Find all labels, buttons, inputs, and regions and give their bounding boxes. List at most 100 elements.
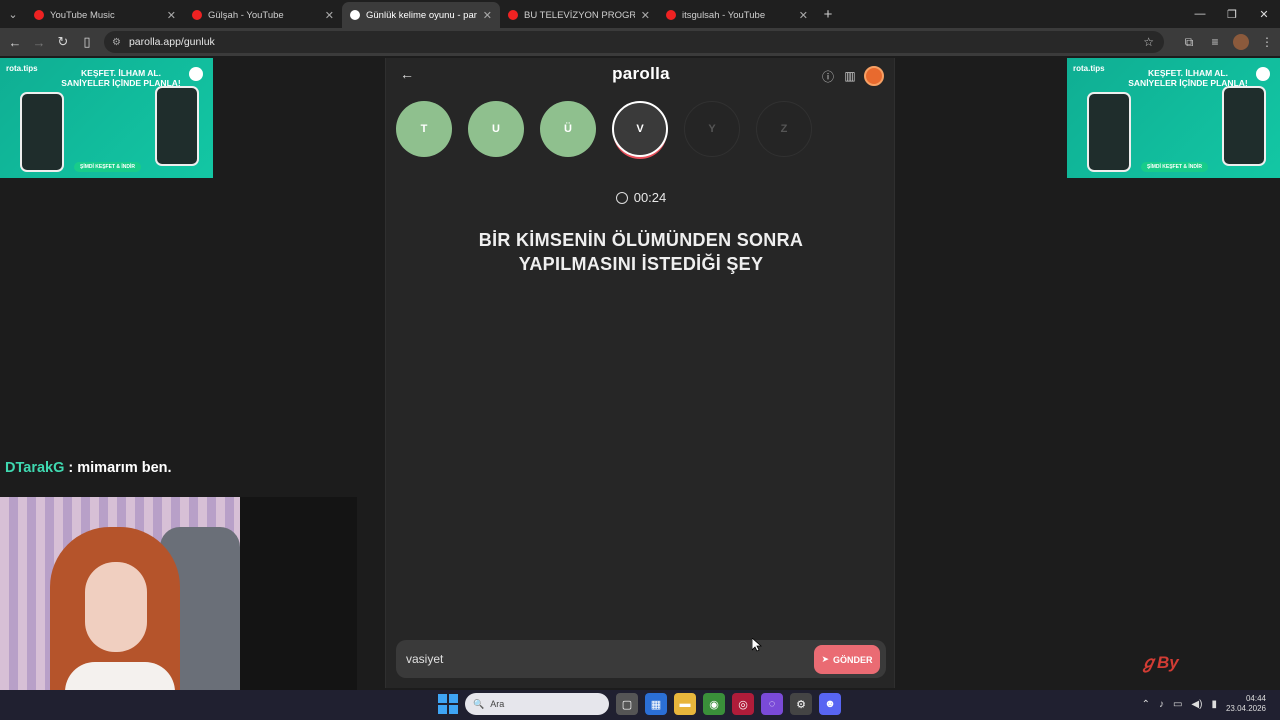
maximize-icon[interactable]: ❐ [1216,0,1248,28]
clock-time: 04:44 [1245,694,1266,703]
window-controls: — ❐ ✕ [1184,0,1280,28]
network-icon[interactable]: ▭ [1173,699,1182,710]
timer-value: 00:24 [633,190,667,205]
parolla-app: ← parolla ⓘ ▥ T U Ü V Y Z 00:24 BİR KİMS… [385,58,895,688]
chrome-icon[interactable]: ◉ [703,693,725,715]
file-explorer-icon[interactable]: ▬ [674,693,696,715]
youtube-icon [192,10,202,20]
phone-image [1087,92,1131,172]
app-icon[interactable]: ◌ [761,693,783,715]
tab-title: Gülşah - YouTube [208,9,284,21]
close-icon[interactable]: ✕ [799,9,808,22]
store-icon[interactable]: ▦ [645,693,667,715]
minimize-icon[interactable]: — [1184,0,1216,28]
tab-title: itsgulsah - YouTube [682,9,766,21]
reload-icon[interactable]: ↻ [51,30,75,54]
close-icon[interactable]: ✕ [167,9,176,22]
header-actions: ⓘ ▥ [820,66,884,86]
new-tab-button[interactable]: + [816,2,840,28]
phone-image [20,92,64,172]
close-icon[interactable]: ✕ [483,9,492,22]
send-label: GÖNDER [833,654,873,665]
tab-itsgulsah[interactable]: itsgulsah - YouTube ✕ [658,2,816,28]
right-ad-banner[interactable]: rota.tips KEŞFET. İLHAM AL. SANİYELER İÇ… [1067,58,1280,178]
clock-icon [615,192,628,204]
steam-icon[interactable]: ⚙ [790,693,812,715]
battery-icon[interactable]: ▮ [1211,699,1217,710]
address-bar[interactable]: ⚙ parolla.app/gunluk ☆ [104,31,1164,53]
url-text: parolla.app/gunluk [128,36,215,48]
mouse-cursor-icon [752,638,762,652]
clock-date: 23.04.2026 [1225,704,1266,713]
task-view-icon[interactable]: ▢ [616,693,638,715]
tab-title: Günlük kelime oyunu - parolla [366,9,477,21]
answer-input[interactable] [406,648,806,670]
windows-start-icon[interactable] [438,694,458,714]
letter-circle-t: T [396,101,452,157]
profile-avatar[interactable] [1233,34,1249,50]
ad-cta[interactable]: ŞİMDİ KEŞFET & İNDİR [1141,162,1209,172]
toolbar-actions: ⧉ ≡ ⋮ [1176,28,1280,56]
youtube-music-icon [34,10,44,20]
letter-circle-v: V [612,101,668,157]
countdown-timer: 00:24 [386,190,896,205]
ad-brand: rota.tips [1073,64,1105,73]
tab-gulsah-youtube[interactable]: Gülşah - YouTube ✕ [184,2,342,28]
taskbar-search[interactable]: 🔍 Ara [465,693,609,715]
tab-title: YouTube Music [50,9,115,21]
back-icon[interactable]: ← [3,30,27,54]
streamer-logo: ℊBy [1140,653,1179,672]
tab-youtube-music[interactable]: YouTube Music ✕ [26,2,184,28]
letter-circle-z: Z [756,101,812,157]
close-icon[interactable]: ✕ [325,9,334,22]
chat-overlay: DTarakG : mimarım ben. [5,460,172,476]
discord-icon[interactable]: ☻ [819,693,841,715]
tab-search-icon[interactable]: ⌄ [0,0,26,28]
site-info-icon[interactable]: ⚙ [112,37,121,48]
left-ad-banner[interactable]: rota.tips KEŞFET. İLHAM AL. SANİYELER İÇ… [0,58,213,178]
media-icon[interactable]: ≡ [1202,35,1228,49]
microphone-icon[interactable]: ♪ [1159,699,1164,710]
letter-circle-y: Y [684,101,740,157]
browser-toolbar: ← → ↻ ▯ ⚙ parolla.app/gunluk ☆ ⧉ ≡ ⋮ [0,28,1280,56]
parolla-icon [350,10,360,20]
extensions-icon[interactable]: ⧉ [1176,35,1202,50]
forward-icon[interactable]: → [27,30,51,54]
send-button[interactable]: ➤ GÖNDER [814,645,880,674]
tray-overflow-icon[interactable]: ⌃ [1142,699,1150,710]
webcam-feed [0,497,357,720]
question-line-1: BİR KİMSENİN ÖLÜMÜNDEN SONRA [478,230,804,250]
phone-image [155,86,199,166]
ad-cta[interactable]: ŞİMDİ KEŞFET & İNDİR [74,162,142,172]
tab-tv-program[interactable]: BU TELEVİZYON PROGRAM NA ✕ [500,2,658,28]
user-avatar[interactable] [864,66,884,86]
question-text: BİR KİMSENİN ÖLÜMÜNDEN SONRA YAPILMASINI… [426,228,856,276]
phone-image [1222,86,1266,166]
ad-brand: rota.tips [6,64,38,73]
close-window-icon[interactable]: ✕ [1248,0,1280,28]
youtube-icon [666,10,676,20]
taskbar-apps: 🔍 Ara ▢ ▦ ▬ ◉ ◎ ◌ ⚙ ☻ [438,693,841,715]
ad-headline: KEŞFET. İLHAM AL. SANİYELER İÇİNDE PLANL… [1128,68,1248,88]
ad-headline: KEŞFET. İLHAM AL. SANİYELER İÇİNDE PLANL… [61,68,181,88]
sidebar-icon[interactable]: ▯ [75,30,99,54]
bookmark-star-icon[interactable]: ☆ [1143,35,1154,49]
recorder-icon[interactable]: ◎ [732,693,754,715]
tab-parolla[interactable]: Günlük kelime oyunu - parolla ✕ [342,2,500,28]
taskbar-clock[interactable]: 04:44 23.04.2026 [1226,694,1266,714]
ad-decoration [189,67,203,81]
letter-circle-u: U [468,101,524,157]
close-icon[interactable]: ✕ [641,9,650,22]
tab-strip: ⌄ YouTube Music ✕ Gülşah - YouTube ✕ Gün… [0,0,1280,28]
search-icon: 🔍 [473,698,485,709]
question-line-2: YAPILMASINI İSTEDİĞİ ŞEY [518,254,764,274]
menu-icon[interactable]: ⋮ [1254,35,1280,49]
search-label: Ara [490,699,505,709]
volume-icon[interactable]: ◀) [1191,699,1202,710]
stats-icon[interactable]: ▥ [842,68,858,84]
youtube-icon [508,10,518,20]
info-icon[interactable]: ⓘ [820,68,836,84]
chat-username: DTarakG [5,460,65,476]
streamer-face [85,562,147,652]
tab-title: BU TELEVİZYON PROGRAM NA [524,9,635,21]
